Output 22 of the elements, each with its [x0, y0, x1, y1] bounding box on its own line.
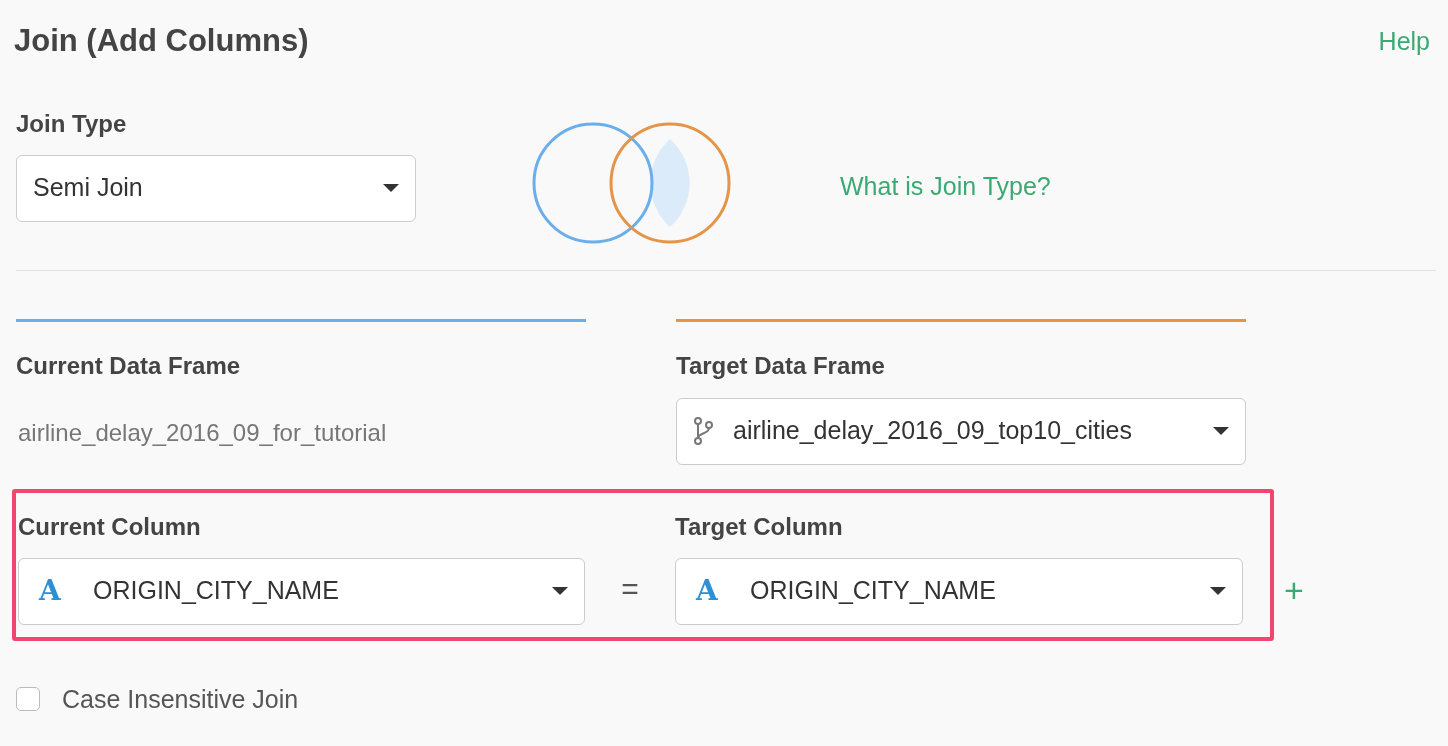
caret-icon [1210, 587, 1226, 595]
column-select[interactable]: A ORIGIN_CITY_NAME [18, 557, 585, 625]
field-label: Current Column [18, 511, 202, 542]
field-label: Target Column [675, 511, 844, 542]
caret-icon [1213, 427, 1229, 435]
caret-icon [552, 587, 568, 595]
dialog-title: Join (Add Columns) [14, 22, 309, 60]
field-label: Join Type [16, 108, 128, 139]
current-data-frame-name: airline_delay_2016_09_for_tutorial [17, 417, 388, 448]
field-label: Target Data Frame [676, 350, 886, 381]
venn-diagram-icon [532, 121, 732, 244]
equals-sign: = [620, 570, 640, 607]
text-type-icon: A [39, 570, 77, 612]
target-data-frame-select[interactable]: airline_delay_2016_09_top10_cities [676, 397, 1246, 465]
text-type-icon: A [696, 570, 734, 612]
branch-icon [693, 417, 713, 445]
column-select[interactable]: A ORIGIN_CITY_NAME [675, 557, 1243, 625]
join-type-select[interactable]: Semi Join [16, 154, 416, 222]
checkbox-label: Case Insensitive Join [62, 683, 299, 715]
caret-icon [383, 184, 399, 192]
checkbox[interactable] [16, 687, 40, 712]
field-label: Current Data Frame [16, 350, 242, 381]
